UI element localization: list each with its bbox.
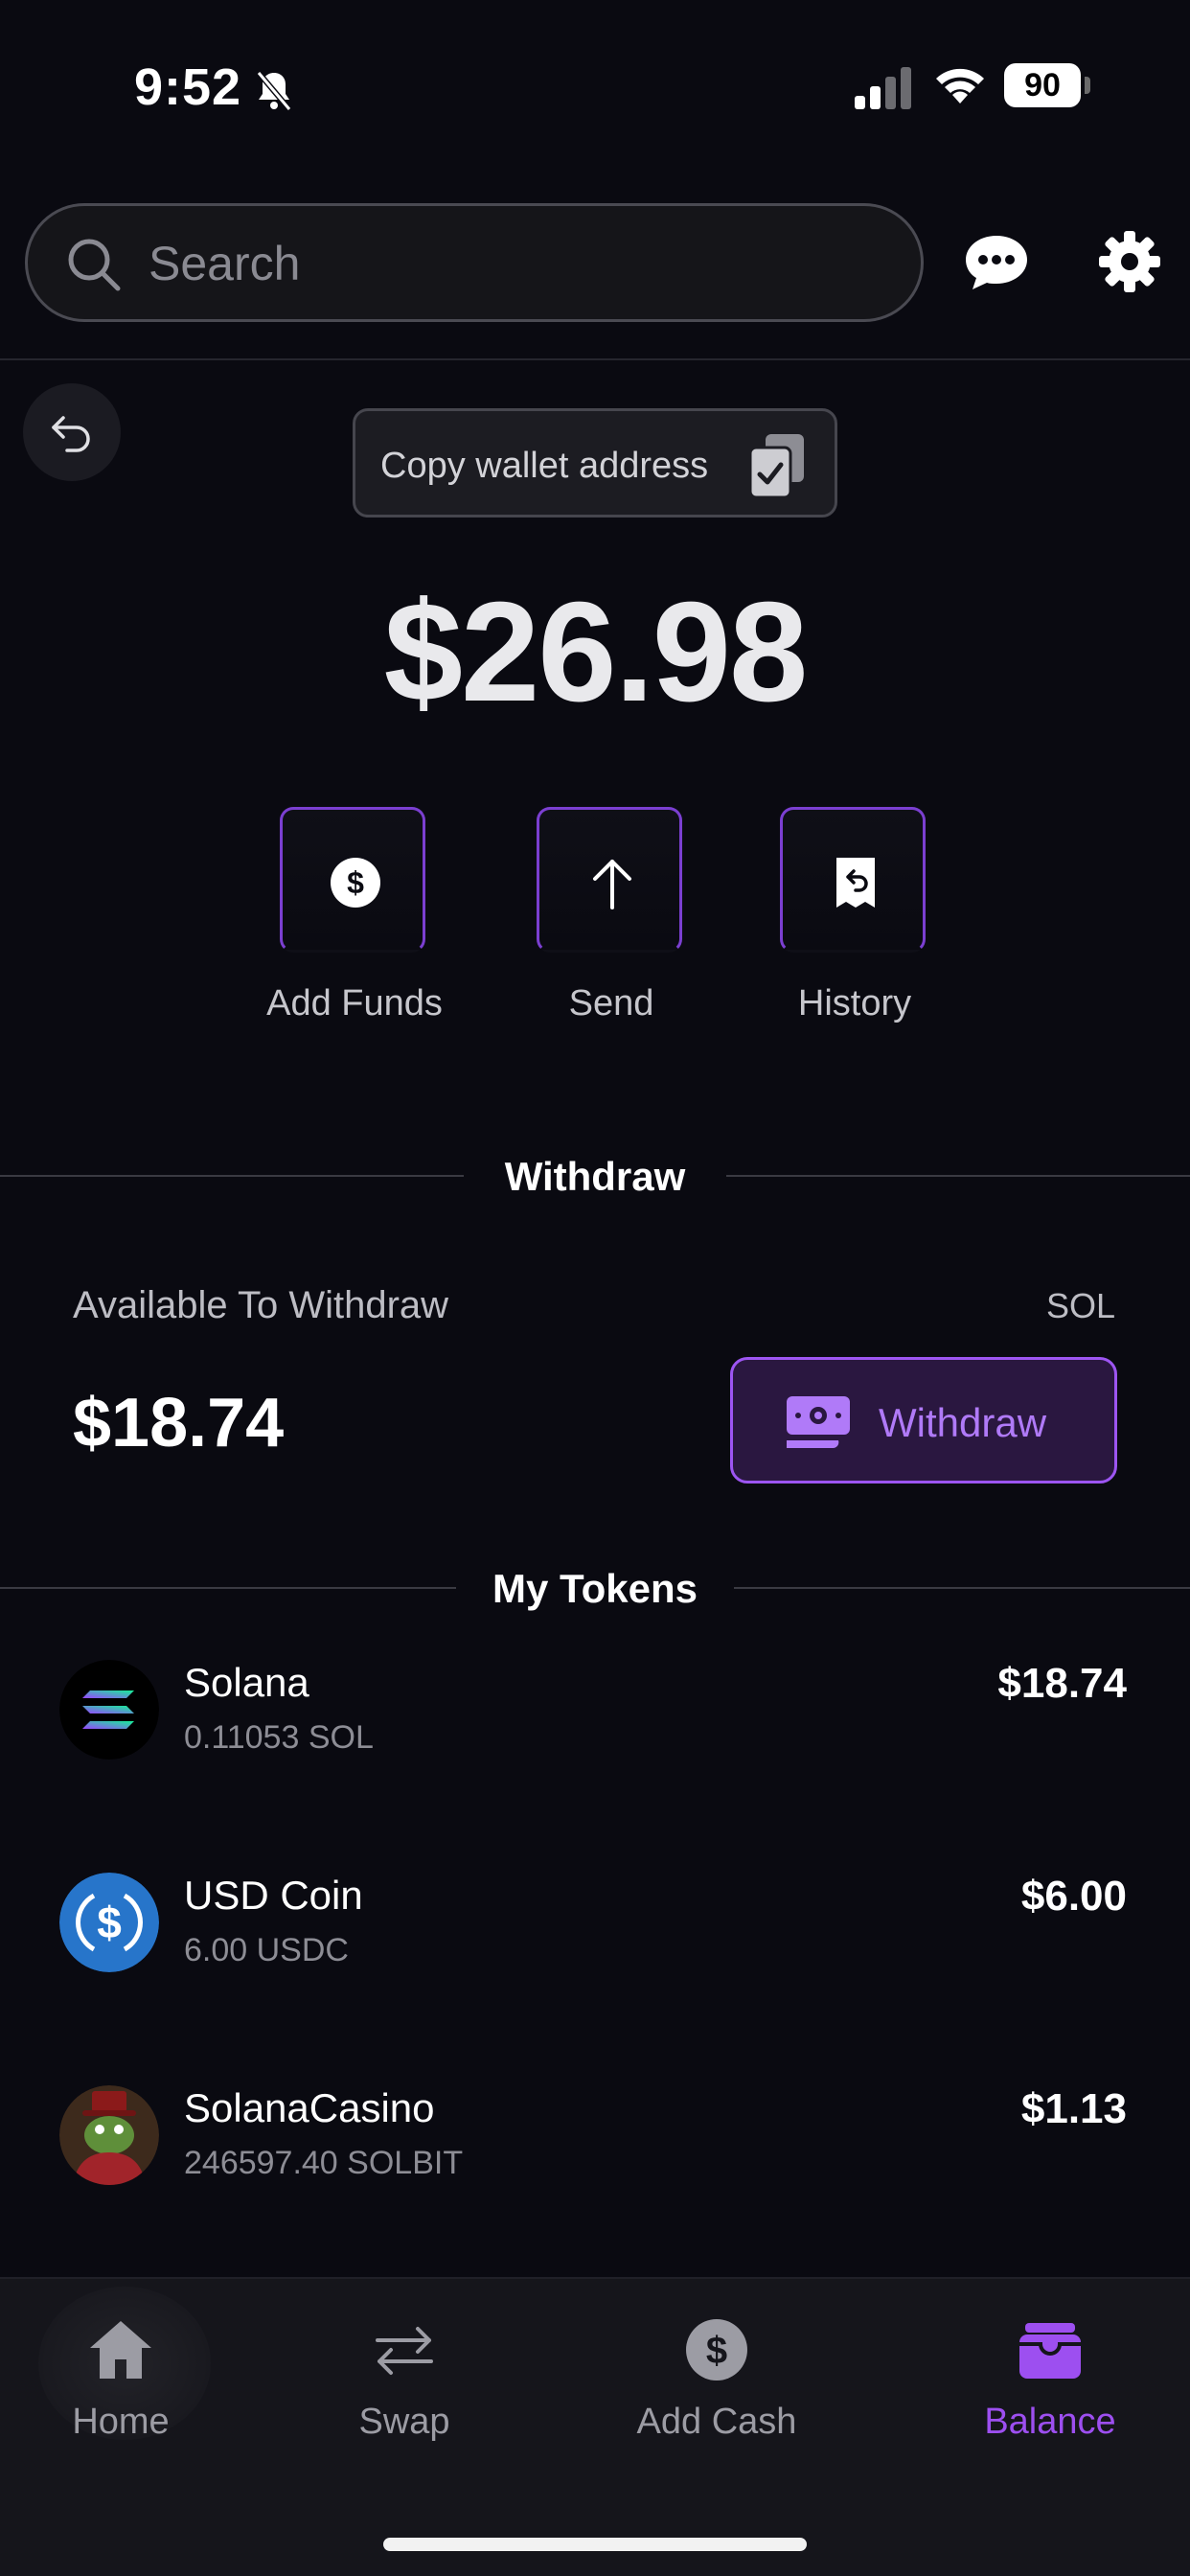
- tab-swap-label: Swap: [358, 2402, 450, 2442]
- tab-home-label: Home: [72, 2402, 170, 2442]
- arrow-up-icon: [593, 860, 631, 909]
- token-quantity: 6.00 USDC: [184, 1932, 349, 1968]
- copy-wallet-address-label: Copy wallet address: [380, 446, 709, 486]
- tab-home[interactable]: Home: [15, 2315, 226, 2443]
- history-button[interactable]: History: [780, 807, 929, 1024]
- wifi-icon: [936, 68, 984, 104]
- token-name: SolanaCasino: [184, 2085, 435, 2130]
- search-input[interactable]: [149, 227, 877, 300]
- tab-balance-label: Balance: [984, 2402, 1116, 2442]
- token-row-solana[interactable]: Solana 0.11053 SOL $18.74: [0, 1660, 1190, 1813]
- tab-balance[interactable]: Balance: [945, 2315, 1156, 2443]
- token-value: $18.74: [997, 1660, 1127, 1707]
- history-tile[interactable]: [780, 807, 926, 953]
- copy-wallet-address-button[interactable]: Copy wallet address: [353, 408, 837, 518]
- receipt-icon: [836, 858, 875, 908]
- status-time: 9:52: [134, 58, 242, 116]
- token-value: $1.13: [1020, 2085, 1127, 2132]
- home-icon: [90, 2321, 151, 2379]
- token-quantity: 246597.40 SOLBIT: [184, 2145, 464, 2181]
- tab-add-cash[interactable]: $ Add Cash: [611, 2315, 822, 2443]
- tokens-section-title: My Tokens: [492, 1566, 698, 1611]
- tab-add-cash-label: Add Cash: [636, 2402, 797, 2442]
- status-bar: 9:52 90: [0, 0, 1190, 172]
- dollar-icon: $: [686, 2319, 747, 2380]
- solanacasino-avatar: [59, 2085, 159, 2185]
- add-funds-tile[interactable]: $: [280, 807, 425, 953]
- solana-logo-icon: [59, 1660, 159, 1760]
- gear-icon[interactable]: [1098, 230, 1161, 293]
- cellular-signal-icon: [855, 67, 911, 109]
- token-name: USD Coin: [184, 1873, 363, 1918]
- withdraw-button[interactable]: Withdraw: [730, 1357, 1117, 1484]
- svg-text:$: $: [706, 2330, 727, 2372]
- total-balance: $26.98: [383, 573, 809, 731]
- svg-text:$: $: [97, 1898, 122, 1947]
- withdraw-section-title: Withdraw: [504, 1154, 686, 1199]
- send-button[interactable]: Send: [537, 807, 686, 1024]
- token-quantity: 0.11053 SOL: [184, 1719, 374, 1756]
- withdraw-currency: SOL: [1045, 1286, 1115, 1325]
- history-label: History: [797, 983, 912, 1024]
- undo-arrow-icon: [52, 416, 90, 452]
- wallet-icon: [1019, 2323, 1081, 2379]
- back-button[interactable]: [23, 383, 121, 481]
- available-to-withdraw-label: Available To Withdraw: [73, 1284, 449, 1326]
- token-value: $6.00: [1020, 1873, 1127, 1920]
- wallet-screen: 9:52 90 Search Copy wallet address $26.9…: [0, 0, 1190, 2576]
- add-funds-button[interactable]: $ Add Funds: [266, 807, 443, 1024]
- token-row-usd-coin[interactable]: $ USD Coin 6.00 USDC $6.00: [0, 1873, 1190, 2026]
- copy-icon: [748, 434, 804, 499]
- usdc-logo-icon: $: [59, 1873, 159, 1972]
- header-divider: [0, 358, 1190, 360]
- bell-slash-icon: [256, 71, 292, 111]
- withdraw-section-header: Withdraw: [0, 1146, 1190, 1204]
- withdraw-button-label: Withdraw: [879, 1400, 1047, 1445]
- search-icon: [68, 239, 121, 291]
- swap-icon: [376, 2327, 433, 2375]
- available-amount: $18.74: [73, 1385, 285, 1461]
- chat-icon[interactable]: [964, 234, 1029, 291]
- svg-text:$: $: [347, 865, 364, 900]
- search-bar[interactable]: [25, 203, 924, 322]
- cash-icon: [787, 1396, 850, 1449]
- tab-swap[interactable]: Swap: [299, 2315, 510, 2443]
- battery-level: 90: [1004, 63, 1081, 107]
- battery-icon: 90: [1004, 63, 1090, 107]
- tokens-section-header: My Tokens: [0, 1558, 1190, 1616]
- home-indicator: [383, 2538, 807, 2551]
- token-row-solanacasino[interactable]: SolanaCasino 246597.40 SOLBIT $1.13: [0, 2085, 1190, 2239]
- send-tile[interactable]: [537, 807, 682, 953]
- token-name: Solana: [184, 1660, 309, 1705]
- dollar-circle-icon: $: [331, 858, 380, 908]
